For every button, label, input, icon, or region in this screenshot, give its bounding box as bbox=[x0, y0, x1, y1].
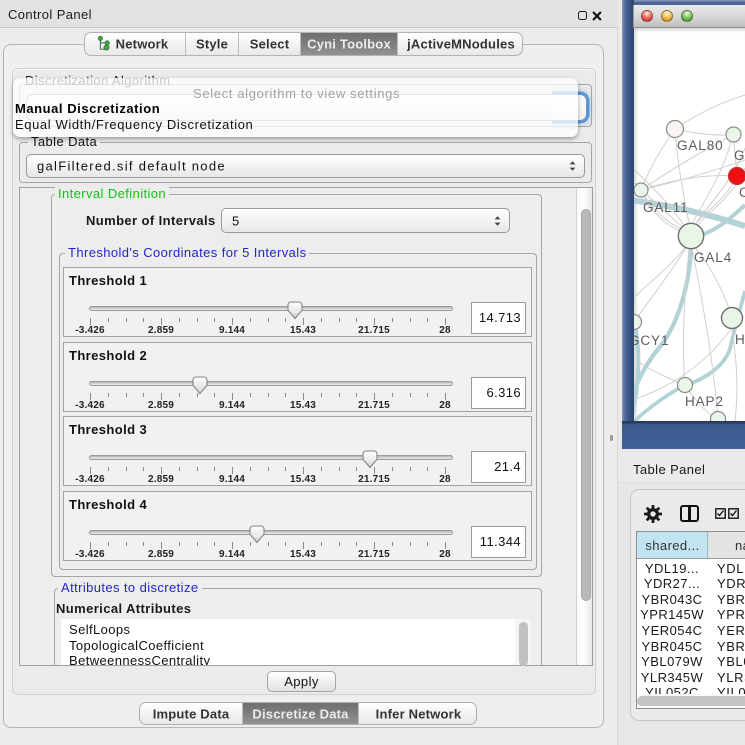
svg-text:GAL80: GAL80 bbox=[677, 138, 724, 153]
svg-text:GAL4: GAL4 bbox=[694, 250, 732, 265]
svg-text:G…: G… bbox=[734, 148, 745, 163]
svg-text:GCY1: GCY1 bbox=[634, 333, 669, 348]
svg-text:C…: C… bbox=[739, 185, 745, 200]
svg-text:HIS4: HIS4 bbox=[735, 332, 745, 347]
svg-text:HAP2: HAP2 bbox=[685, 394, 724, 409]
svg-text:GAL11: GAL11 bbox=[643, 200, 689, 215]
